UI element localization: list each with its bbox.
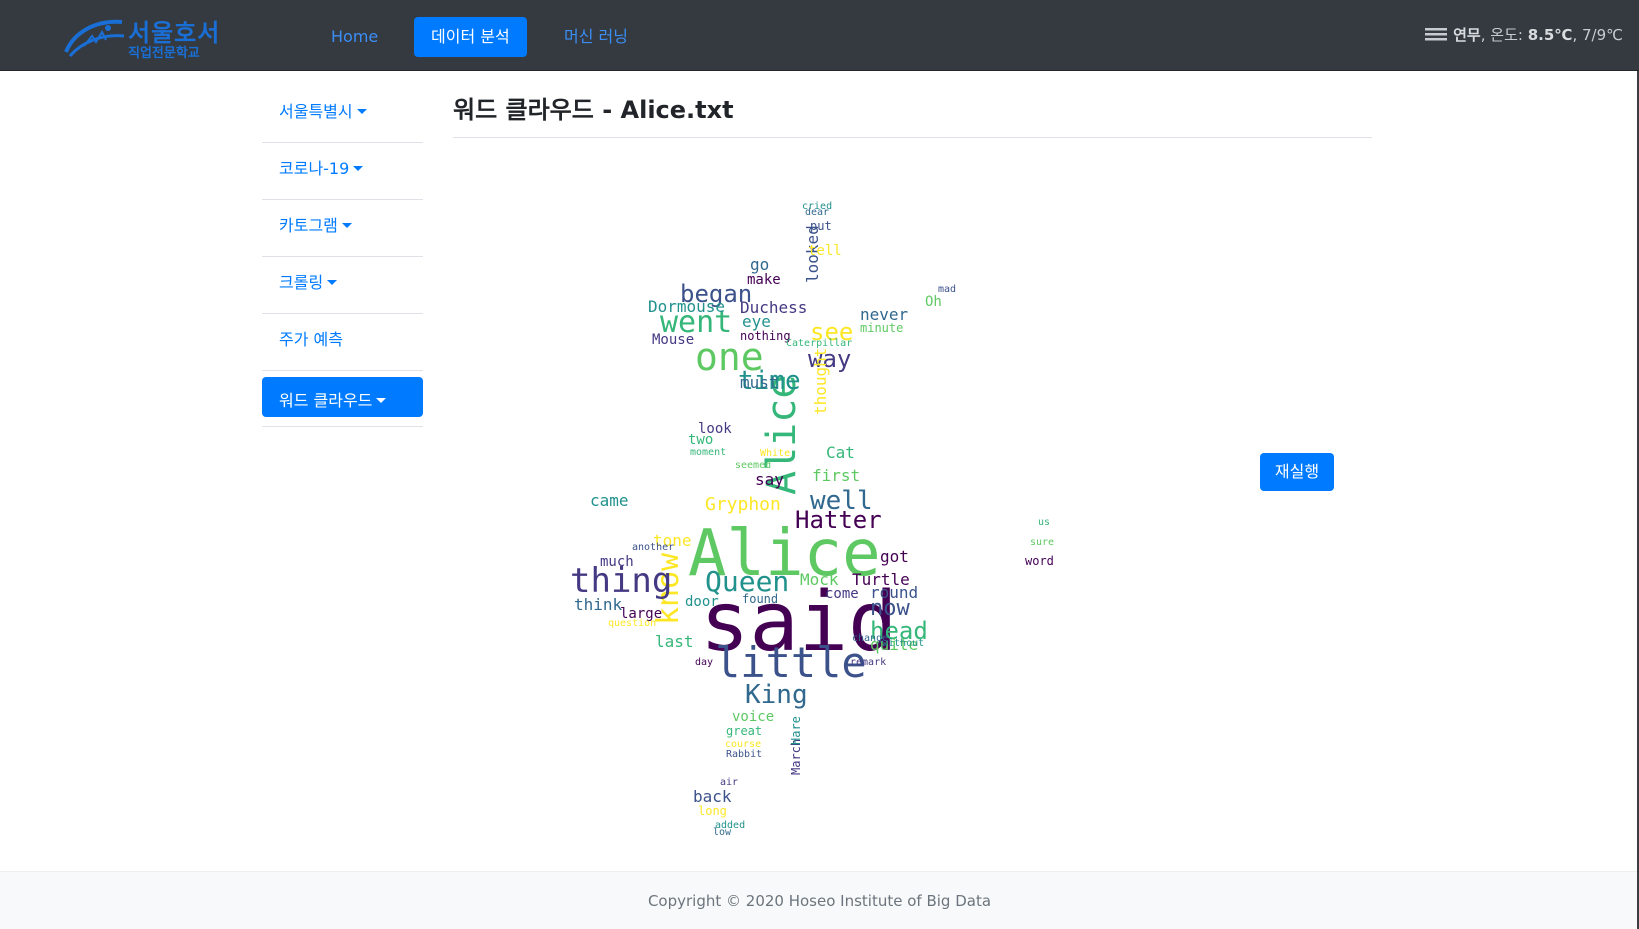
cloud-word: change — [852, 633, 888, 644]
sidebar-item-stock[interactable]: 주가 예측 — [262, 314, 423, 371]
cloud-word: low — [713, 827, 732, 838]
cloud-word: came — [590, 491, 629, 510]
sidebar-item-label: 코로나-19 — [279, 159, 350, 178]
weather-temp: 8.5℃ — [1527, 26, 1573, 44]
sidebar-item-cartogram[interactable]: 카토그램 — [262, 200, 423, 257]
brand-logo[interactable]: 서울호서 직업전문학교 — [62, 10, 232, 62]
cloud-word: got — [880, 547, 909, 566]
cloud-word: mad — [938, 284, 956, 295]
cloud-word: seemed — [735, 460, 771, 471]
cloud-word: course — [725, 739, 761, 750]
cloud-word: thought — [811, 348, 830, 415]
cloud-word: us — [1038, 517, 1050, 528]
sidebar-item-label: 카토그램 — [279, 216, 338, 235]
cloud-word: must — [740, 373, 779, 392]
cloud-word: make — [747, 272, 781, 288]
sidebar-item-wordcloud[interactable]: 워드 클라우드 — [262, 377, 423, 427]
cloud-word: found — [742, 592, 778, 606]
weather-condition: 연무 — [1453, 26, 1481, 44]
cloud-word: without — [882, 638, 924, 649]
weather-range: 7/9℃ — [1582, 26, 1623, 44]
footer-copyright: Copyright © 2020 Hoseo Institute of Big … — [647, 892, 992, 910]
weather-temp-label: 온도: — [1490, 26, 1523, 44]
cloud-word: moment — [690, 447, 726, 458]
sidebar-item-label: 서울특별시 — [279, 102, 353, 121]
cloud-word: air — [720, 777, 738, 788]
caret-down-icon — [353, 166, 364, 171]
cloud-word: much — [600, 554, 634, 570]
cloud-word: put — [810, 219, 832, 233]
cloud-word: come — [825, 586, 859, 602]
title-divider — [453, 137, 1372, 138]
top-navbar: 서울호서 직업전문학교 Home 데이터 분석 머신 러닝 연무, 온도: 8.… — [0, 0, 1639, 71]
cloud-word: last — [655, 632, 694, 651]
cloud-word: remark — [850, 657, 886, 668]
cloud-word: voice — [732, 709, 774, 725]
haze-icon — [1425, 28, 1448, 41]
cloud-word: another — [632, 542, 674, 553]
cloud-word: King — [745, 680, 808, 710]
sidebar-item-seoul[interactable]: 서울특별시 — [262, 86, 423, 143]
cloud-word: Oh — [925, 294, 942, 310]
cloud-word: Cat — [826, 443, 855, 462]
cloud-word: well — [810, 486, 873, 516]
rerun-button[interactable]: 재실행 — [1260, 453, 1334, 491]
file-name: Alice.txt — [620, 96, 734, 124]
cloud-word: word — [1025, 554, 1054, 568]
cloud-word: door — [685, 594, 719, 610]
cloud-word: Caterpillar — [786, 338, 852, 349]
sidebar-item-label: 크롤링 — [279, 273, 324, 292]
sidebar-item-label[interactable]: 주가 예측 — [279, 326, 343, 350]
cloud-word: think — [574, 595, 623, 614]
cloud-word: day — [695, 657, 713, 668]
cloud-word: Gryphon — [705, 494, 781, 515]
sidebar-item-crawling[interactable]: 크롤링 — [262, 257, 423, 314]
cloud-word: say — [755, 470, 784, 489]
cloud-word: nothing — [740, 329, 791, 343]
caret-down-icon — [356, 109, 367, 114]
caret-down-icon — [327, 280, 338, 285]
nav-home[interactable]: Home — [314, 17, 395, 57]
footer: Copyright © 2020 Hoseo Institute of Big … — [0, 871, 1639, 929]
cloud-word: dear — [805, 207, 829, 218]
cloud-word: great — [726, 724, 762, 738]
cloud-word: first — [812, 466, 860, 485]
weather-widget: 연무, 온도: 8.5℃, 7/9℃ — [1425, 24, 1623, 45]
cloud-word: Dormouse — [648, 297, 725, 316]
cloud-word: round — [870, 583, 918, 602]
sidebar-item-label: 워드 클라우드 — [279, 391, 373, 410]
cloud-word: Mouse — [652, 332, 694, 348]
cloud-word: Hare — [789, 716, 803, 745]
word-cloud-image: said Alice Alice little know thing Queen King Ha… — [560, 195, 1120, 875]
nav-machine-learning[interactable]: 머신 러닝 — [547, 17, 645, 57]
logo-swoosh-icon — [64, 19, 125, 58]
cloud-word: Rabbit — [726, 749, 762, 760]
page-title: 워드 클라우드 - Alice.txt — [453, 96, 734, 124]
cloud-word: sure — [1030, 537, 1054, 548]
caret-down-icon — [341, 223, 352, 228]
caret-down-icon — [376, 398, 387, 403]
cloud-word: question — [608, 618, 656, 629]
brand-subtitle: 직업전문학교 — [128, 46, 200, 61]
cloud-word: tell — [808, 243, 842, 259]
nav-data-analysis[interactable]: 데이터 분석 — [414, 17, 527, 57]
cloud-word: look — [698, 421, 732, 437]
sidebar-item-corona[interactable]: 코로나-19 — [262, 143, 423, 200]
sidebar: 서울특별시 코로나-19 카토그램 크롤링 주가 예측 워드 클라우드 — [262, 86, 423, 427]
word-cloud-svg: saidAliceAlicelittleknowthing QueenKingHa… — [570, 201, 1054, 838]
cloud-word: minute — [860, 321, 903, 335]
cloud-word: White — [760, 448, 790, 459]
cloud-word: long — [698, 804, 727, 818]
